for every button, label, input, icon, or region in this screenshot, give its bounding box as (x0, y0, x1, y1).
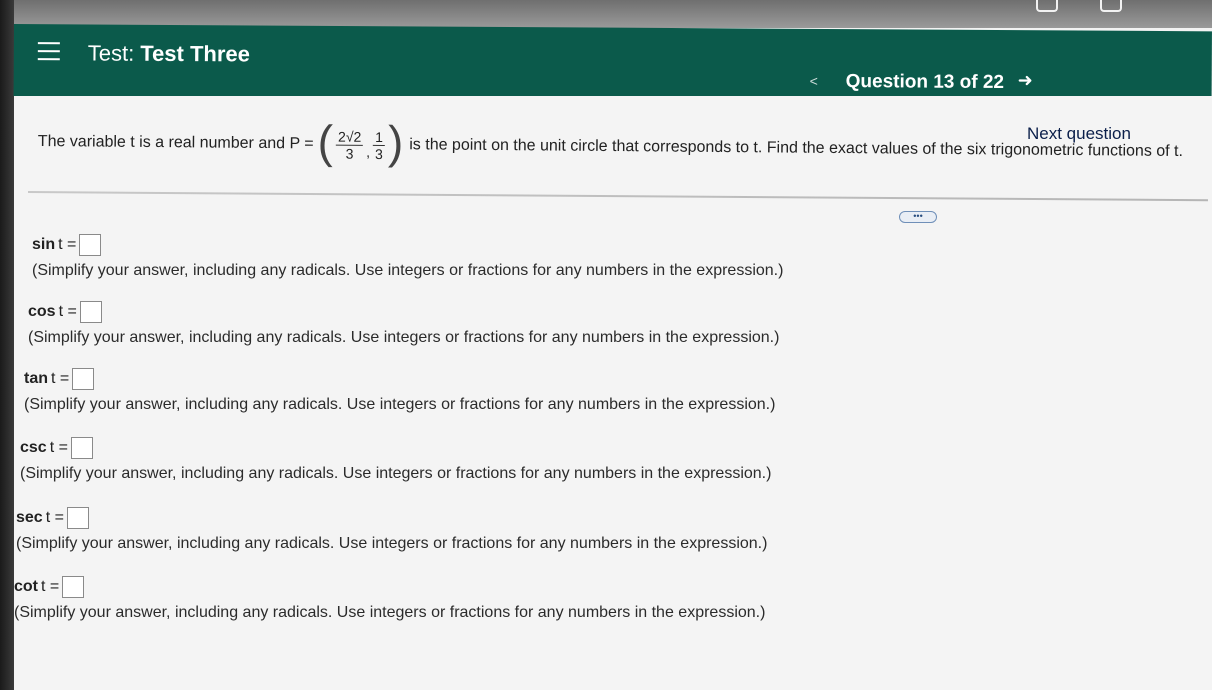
answer-label: t = (58, 236, 77, 253)
tan-answer-input[interactable] (72, 368, 95, 390)
function-name: cot (14, 578, 38, 595)
answer-list: sin t = (Simplify your answer, including… (14, 96, 1212, 690)
answer-sec: sec t = (Simplify your answer, including… (16, 507, 767, 553)
title-prefix: Test: (87, 40, 135, 66)
page-title: Test: Test Three (88, 40, 250, 67)
function-name: csc (20, 439, 47, 456)
test-name: Test Three (140, 40, 250, 67)
screen-bezel (0, 0, 14, 690)
answer-label: t = (41, 578, 60, 595)
answer-sin: sin t = (Simplify your answer, including… (32, 234, 783, 280)
question-content: The variable t is a real number and P = … (14, 96, 1212, 690)
function-name: tan (24, 370, 48, 387)
question-counter[interactable]: Question 13 of 22 (846, 71, 1005, 94)
cos-answer-input[interactable] (79, 301, 102, 323)
window-maximize-icon (1100, 0, 1122, 12)
sec-answer-input[interactable] (66, 507, 89, 529)
csc-answer-input[interactable] (70, 437, 93, 459)
menu-icon[interactable] (37, 42, 60, 61)
answer-hint: (Simplify your answer, including any rad… (14, 604, 766, 621)
answer-label: t = (58, 303, 77, 320)
answer-label: t = (51, 370, 70, 387)
answer-hint: (Simplify your answer, including any rad… (24, 396, 776, 413)
function-name: cos (28, 303, 56, 320)
answer-label: t = (45, 509, 64, 526)
answer-cos: cos t = (Simplify your answer, including… (28, 301, 779, 347)
window-control-icon (1036, 0, 1058, 12)
function-name: sin (32, 236, 56, 253)
answer-hint: (Simplify your answer, including any rad… (20, 465, 772, 482)
answer-tan: tan t = (Simplify your answer, including… (24, 368, 775, 414)
answer-csc: csc t = (Simplify your answer, including… (20, 437, 771, 483)
function-name: sec (16, 509, 43, 526)
window-top-bezel (0, 0, 1212, 28)
answer-cot: cot t = (Simplify your answer, including… (14, 576, 765, 622)
previous-question-icon[interactable]: < (810, 73, 818, 89)
answer-hint: (Simplify your answer, including any rad… (16, 535, 768, 552)
answer-hint: (Simplify your answer, including any rad… (32, 262, 784, 279)
cot-answer-input[interactable] (62, 576, 85, 598)
answer-label: t = (49, 439, 68, 456)
next-arrow-icon[interactable]: ➜ (1018, 70, 1033, 91)
answer-hint: (Simplify your answer, including any rad… (28, 329, 780, 346)
sin-answer-input[interactable] (79, 234, 102, 256)
test-header: Test: Test Three < Question 13 of 22 ➜ (13, 24, 1212, 104)
